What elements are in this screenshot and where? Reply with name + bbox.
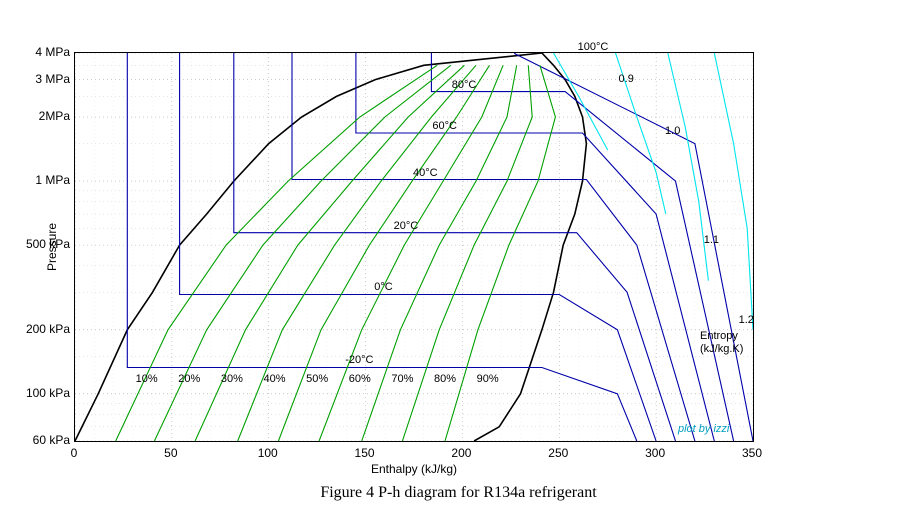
isotherm-label: 40°C — [413, 167, 438, 179]
quality-label: 70% — [391, 373, 413, 385]
x-tick: 250 — [543, 446, 573, 460]
x-tick: 300 — [640, 446, 670, 460]
quality-label: 30% — [221, 373, 243, 385]
isotherm-label: 20°C — [394, 220, 419, 232]
quality-label: 20% — [178, 373, 200, 385]
y-tick: 2MPa — [10, 109, 70, 123]
x-tick: 100 — [253, 446, 283, 460]
attribution-note: plot by izzi — [678, 423, 729, 435]
y-tick: 100 kPa — [10, 386, 70, 400]
isotherm-label: 60°C — [432, 120, 457, 132]
y-tick: 1 MPa — [10, 173, 70, 187]
quality-label: 60% — [349, 373, 371, 385]
quality-label: 40% — [264, 373, 286, 385]
entropy-label: 1.2 — [739, 314, 754, 326]
isotherm-label: -20°C — [345, 354, 373, 366]
y-tick: 60 kPa — [10, 433, 70, 447]
quality-label: 50% — [306, 373, 328, 385]
quality-label: 10% — [136, 373, 158, 385]
entropy-label: 1.0 — [665, 125, 680, 137]
x-tick: 200 — [446, 446, 476, 460]
entropy-legend-title: Entropy — [700, 330, 738, 342]
figure-caption: Figure 4 P-h diagram for R134a refrigera… — [0, 484, 917, 502]
y-tick: 200 kPa — [10, 322, 70, 336]
x-tick: 350 — [737, 446, 767, 460]
plot-area — [74, 52, 754, 442]
isotherm-label: 80°C — [452, 79, 477, 91]
entropy-legend-unit: (kJ/kg.K) — [700, 343, 743, 355]
x-tick: 150 — [350, 446, 380, 460]
chart-svg — [75, 53, 753, 441]
entropy-label: 0.9 — [619, 73, 634, 85]
y-tick: 4 MPa — [10, 45, 70, 59]
quality-label: 90% — [477, 373, 499, 385]
isotherm-label: 100°C — [578, 41, 609, 53]
y-tick: 3 MPa — [10, 72, 70, 86]
x-tick: 0 — [59, 446, 89, 460]
entropy-label: 1.1 — [704, 234, 719, 246]
x-tick: 50 — [156, 446, 186, 460]
x-axis-label: Enthalpy (kJ/kg) — [74, 462, 754, 476]
quality-label: 80% — [434, 373, 456, 385]
isotherm-label: 0°C — [374, 281, 392, 293]
y-tick: 500 kPa — [10, 237, 70, 251]
